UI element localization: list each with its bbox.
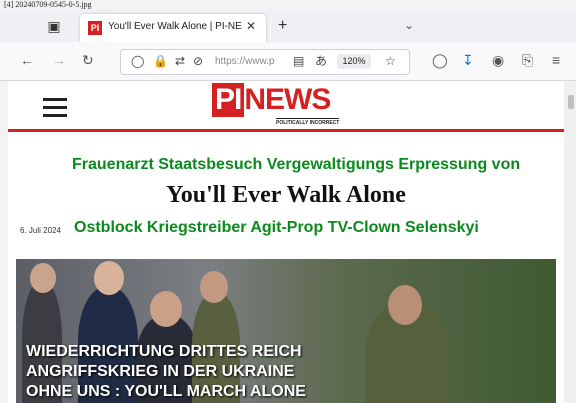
image-text-line-3: OHNE UNS : YOU'LL MARCH ALONE bbox=[26, 383, 306, 400]
plus-icon[interactable]: + bbox=[278, 17, 287, 35]
scrollbar-thumb[interactable] bbox=[568, 95, 574, 109]
account-icon[interactable]: ◉ bbox=[492, 52, 504, 68]
chevron-down-icon[interactable]: ⌄ bbox=[404, 18, 414, 32]
permissions-icon[interactable]: ⇄ bbox=[175, 54, 185, 68]
tab-title: You'll Ever Walk Alone | PI-NEWS bbox=[108, 21, 242, 32]
tab-bar: ▣ PI You'll Ever Walk Alone | PI-NEWS ✕ … bbox=[0, 10, 576, 42]
page-scrollbar[interactable] bbox=[566, 81, 576, 403]
forward-icon[interactable]: → bbox=[52, 52, 66, 68]
logo-pi: PI bbox=[212, 83, 245, 117]
article-date: 6. Juli 2024 bbox=[20, 226, 61, 235]
translate-icon[interactable]: あ bbox=[315, 54, 327, 68]
hero-face bbox=[30, 263, 56, 293]
article-hero-image[interactable]: WIEDERRICHTUNG DRITTES REICH ANGRIFFSKRI… bbox=[16, 259, 556, 403]
logo-news: NEWS bbox=[244, 83, 331, 116]
navigation-toolbar: ← → ↻ ◯ 🔒 ⇄ ⊘ https://www.p ▤ あ 120% ☆ ◯… bbox=[0, 42, 576, 81]
web-page: PI NEWS POLITICALLY INCORRECT Frauenarzt … bbox=[8, 81, 564, 403]
pocket-icon[interactable]: ◯ bbox=[432, 52, 448, 68]
reader-icon[interactable]: ▤ bbox=[293, 54, 304, 68]
url-text[interactable]: https://www.p bbox=[215, 56, 285, 67]
lock-icon[interactable]: 🔒 bbox=[153, 54, 168, 68]
notifications-blocked-icon[interactable]: ⊘ bbox=[193, 54, 203, 68]
favicon: PI bbox=[88, 21, 102, 35]
keywords-line-2[interactable]: Ostblock Kriegstreiber Agit-Prop TV-Clow… bbox=[74, 219, 479, 237]
back-icon[interactable]: ← bbox=[20, 52, 34, 68]
hero-face bbox=[388, 285, 422, 325]
image-caption: [4] 20240709-0545-0-5.jpg bbox=[4, 0, 92, 9]
image-text-line-2: ANGRIFFSKRIEG IN DER UKRAINE bbox=[26, 363, 295, 380]
logo-tagline: POLITICALLY INCORRECT bbox=[276, 118, 340, 126]
close-icon[interactable]: ✕ bbox=[246, 19, 256, 33]
zoom-level[interactable]: 120% bbox=[337, 54, 371, 69]
hero-face bbox=[200, 271, 228, 303]
reload-icon[interactable]: ↻ bbox=[82, 52, 94, 68]
image-text-line-1: WIEDERRICHTUNG DRITTES REICH bbox=[26, 343, 302, 360]
hero-face bbox=[150, 291, 182, 327]
menu-icon[interactable]: ≡ bbox=[552, 52, 560, 68]
tab-active[interactable]: PI You'll Ever Walk Alone | PI-NEWS ✕ bbox=[80, 14, 266, 42]
header-divider bbox=[8, 129, 564, 132]
article-headline[interactable]: You'll Ever Walk Alone bbox=[8, 182, 564, 209]
tab-list-icon[interactable]: ▣ bbox=[46, 18, 62, 34]
download-icon[interactable]: ↧ bbox=[462, 52, 474, 68]
site-logo[interactable]: PI NEWS POLITICALLY INCORRECT bbox=[212, 83, 340, 126]
keywords-line-1[interactable]: Frauenarzt Staatsbesuch Vergewaltigungs … bbox=[72, 156, 520, 174]
extensions-icon[interactable]: ⎘ bbox=[522, 52, 533, 68]
url-bar[interactable]: ◯ 🔒 ⇄ ⊘ https://www.p ▤ あ 120% ☆ bbox=[120, 49, 410, 75]
shield-icon[interactable]: ◯ bbox=[131, 54, 144, 68]
star-icon[interactable]: ☆ bbox=[385, 54, 396, 68]
hamburger-menu-icon[interactable] bbox=[43, 98, 67, 122]
hero-face bbox=[94, 261, 124, 295]
